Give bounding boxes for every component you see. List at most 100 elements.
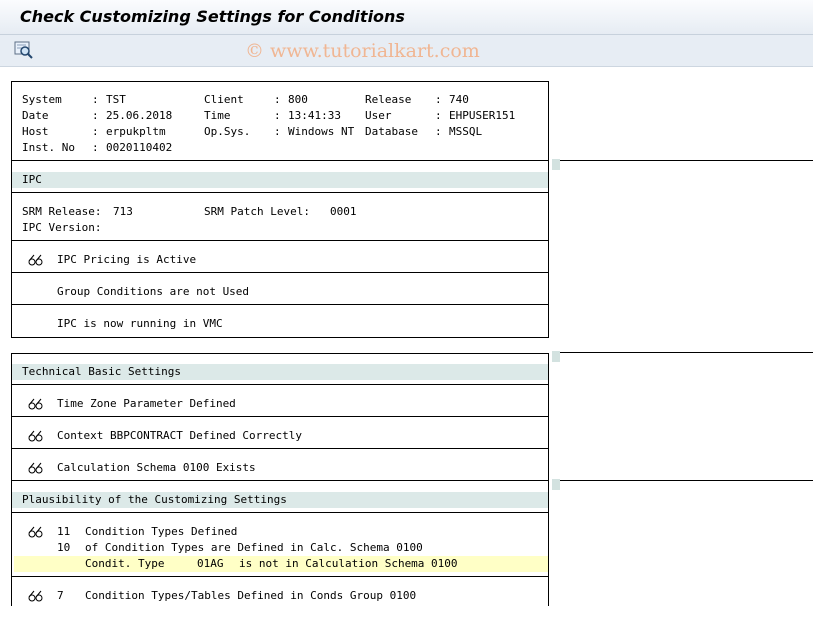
magnifier-icon[interactable] — [14, 40, 34, 60]
client-label: Client — [204, 93, 244, 106]
time-label: Time — [204, 109, 231, 122]
host-value: erpukpltm — [106, 125, 166, 138]
plausibility-heading: Plausibility of the Customizing Settings — [12, 492, 548, 508]
divider — [12, 416, 548, 417]
glasses-icon — [28, 462, 44, 474]
colon: : — [92, 141, 99, 154]
list-item: IPC is now running in VMC — [12, 316, 548, 332]
message-text: of Condition Types are Defined in Calc. … — [85, 541, 423, 554]
colon: : — [274, 109, 281, 122]
glasses-icon — [28, 254, 44, 266]
settings-box: Technical Basic Settings Time Zone Param… — [11, 353, 549, 606]
host-label: Host — [22, 125, 49, 138]
ipc-version-label: IPC Version: — [22, 221, 102, 234]
instno-row: Inst. No : 0020110402 — [12, 140, 548, 156]
srm-release-value: 713 — [113, 205, 133, 218]
divider — [12, 304, 548, 305]
list-item: IPC Pricing is Active — [12, 252, 548, 268]
report-list: System : TST Client : 800 Release : 740 … — [0, 67, 813, 626]
list-item: 11 Condition Types Defined — [12, 524, 548, 540]
message-text: Calculation Schema 0100 Exists — [57, 461, 256, 474]
count-value: 7 — [57, 589, 64, 602]
srm-patch-value: 0001 — [330, 205, 357, 218]
message-text: IPC is now running in VMC — [57, 317, 223, 330]
divider — [12, 192, 548, 193]
condition-type-label: Condit. Type — [85, 557, 165, 570]
column-marker — [552, 479, 560, 490]
user-value: EHPUSER151 — [449, 109, 516, 122]
message-text: Group Conditions are not Used — [57, 285, 250, 298]
system-row: System : TST Client : 800 Release : 740 — [12, 92, 548, 108]
window-title: Check Customizing Settings for Condition… — [20, 7, 405, 26]
warning-row: Condit. Type 01AG is not in Calculation … — [12, 556, 548, 572]
title-bar: Check Customizing Settings for Condition… — [0, 0, 813, 35]
opsys-label: Op.Sys. — [204, 125, 251, 138]
divider — [12, 272, 548, 273]
colon: : — [92, 93, 99, 106]
date-row: Date : 25.06.2018 Time : 13:41:33 User :… — [12, 108, 548, 124]
divider — [12, 448, 548, 449]
divider — [12, 480, 548, 481]
colon: : — [92, 125, 99, 138]
column-marker — [552, 351, 560, 362]
colon: : — [92, 109, 99, 122]
divider — [560, 160, 813, 161]
time-value: 13:41:33 — [288, 109, 341, 122]
database-value: MSSQL — [449, 125, 483, 138]
system-label: System — [22, 93, 62, 106]
list-item: Calculation Schema 0100 Exists — [12, 460, 548, 476]
message-text: Context BBPCONTRACT Defined Correctly — [57, 429, 303, 442]
release-label: Release — [365, 93, 412, 106]
divider — [560, 352, 813, 353]
list-item: Context BBPCONTRACT Defined Correctly — [12, 428, 548, 444]
message-text: Condition Types/Tables Defined in Conds … — [85, 589, 417, 602]
divider — [12, 576, 548, 577]
ipc-heading-text: IPC — [22, 173, 42, 186]
database-label: Database — [365, 125, 418, 138]
technical-heading-text: Technical Basic Settings — [22, 365, 181, 378]
list-item: 7 Condition Types/Tables Defined in Cond… — [12, 588, 548, 604]
release-value: 740 — [449, 93, 469, 106]
count-value: 10 — [57, 541, 71, 554]
watermark: © www.tutorialkart.com — [245, 40, 480, 62]
list-item: Time Zone Parameter Defined — [12, 396, 548, 412]
system-value: TST — [106, 93, 126, 106]
host-row: Host : erpukpltm Op.Sys. : Windows NT Da… — [12, 124, 548, 140]
srm-release-row: SRM Release: 713 SRM Patch Level: 0001 — [12, 204, 548, 220]
divider — [12, 240, 548, 241]
glasses-icon — [28, 526, 44, 538]
glasses-icon — [28, 590, 44, 602]
ipc-version-row: IPC Version: — [12, 220, 548, 236]
message-text: IPC Pricing is Active — [57, 253, 197, 266]
ipc-heading: IPC — [12, 172, 548, 188]
date-label: Date — [22, 109, 49, 122]
divider — [12, 512, 548, 513]
user-label: User — [365, 109, 392, 122]
divider — [12, 160, 548, 161]
colon: : — [435, 93, 442, 106]
colon: : — [435, 125, 442, 138]
colon: : — [435, 109, 442, 122]
client-value: 800 — [288, 93, 308, 106]
glasses-icon — [28, 398, 44, 410]
technical-heading: Technical Basic Settings — [12, 364, 548, 380]
colon: : — [274, 93, 281, 106]
srm-patch-label: SRM Patch Level: — [204, 205, 310, 218]
message-text: Time Zone Parameter Defined — [57, 397, 236, 410]
divider — [560, 480, 813, 481]
message-text: Condition Types Defined — [85, 525, 238, 538]
instno-value: 0020110402 — [106, 141, 173, 154]
glasses-icon — [28, 430, 44, 442]
instno-label: Inst. No — [22, 141, 75, 154]
srm-release-label: SRM Release: — [22, 205, 102, 218]
list-item: 10 of Condition Types are Defined in Cal… — [12, 540, 548, 556]
count-value: 11 — [57, 525, 71, 538]
message-text: is not in Calculation Schema 0100 — [239, 557, 458, 570]
opsys-value: Windows NT — [288, 125, 355, 138]
divider — [12, 384, 548, 385]
plausibility-heading-text: Plausibility of the Customizing Settings — [22, 493, 287, 506]
colon: : — [274, 125, 281, 138]
condition-type-value: 01AG — [197, 557, 224, 570]
date-value: 25.06.2018 — [106, 109, 173, 122]
system-info-box: System : TST Client : 800 Release : 740 … — [11, 81, 549, 338]
